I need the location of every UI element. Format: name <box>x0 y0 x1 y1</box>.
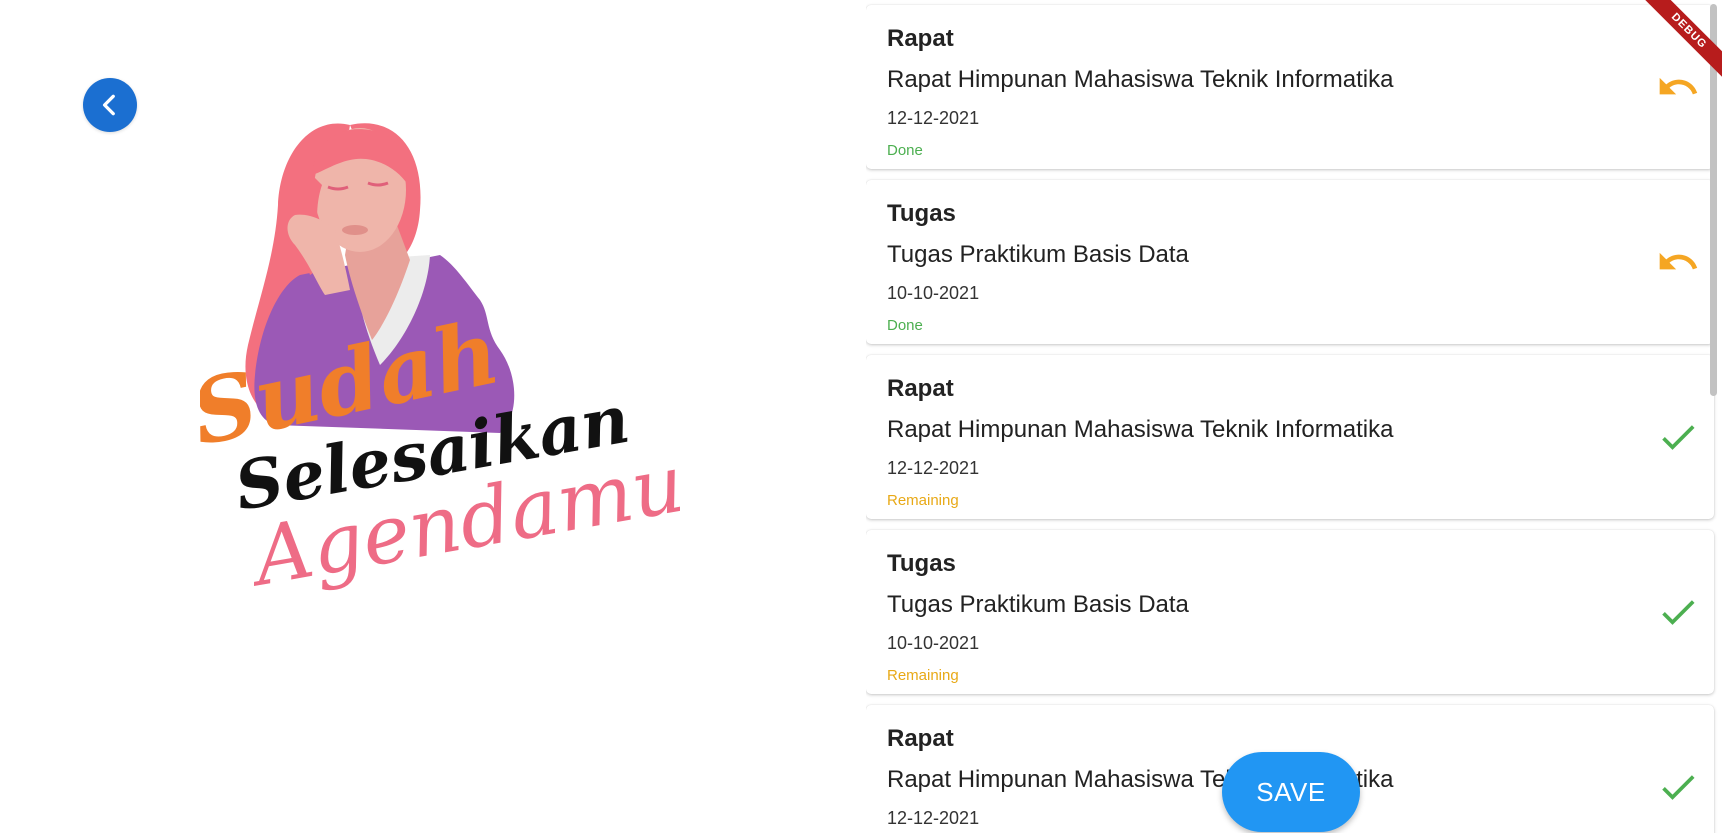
debug-banner: DEBUG <box>1632 0 1722 90</box>
chevron-left-icon <box>102 94 115 116</box>
agenda-card: Rapat Rapat Himpunan Mahasiswa Teknik In… <box>866 5 1714 169</box>
check-icon[interactable] <box>1656 765 1700 809</box>
save-button[interactable]: SAVE <box>1222 752 1360 832</box>
illustration: Sudah Selesaikan Agendamu?! <box>200 123 680 605</box>
debug-label: DEBUG <box>1636 0 1722 84</box>
agenda-date: 12-12-2021 <box>887 808 980 828</box>
back-button[interactable] <box>83 78 137 132</box>
undo-icon[interactable] <box>1656 240 1700 284</box>
agenda-list[interactable]: Rapat Rapat Himpunan Mahasiswa Teknik In… <box>866 0 1718 833</box>
agenda-date: 12-12-2021 <box>887 458 980 478</box>
agenda-status: Remaining <box>887 492 959 509</box>
agenda-date: 12-12-2021 <box>887 108 980 128</box>
agenda-card: Tugas Tugas Praktikum Basis Data 10-10-2… <box>866 180 1714 344</box>
agenda-status: Done <box>887 317 923 334</box>
agenda-date: 10-10-2021 <box>887 633 980 653</box>
agenda-title: Tugas Praktikum Basis Data <box>887 241 1189 268</box>
agenda-title: Rapat Himpunan Mahasiswa Teknik Informat… <box>887 66 1394 93</box>
agenda-title: Rapat Himpunan Mahasiswa Teknik Informat… <box>887 416 1394 443</box>
agenda-status: Remaining <box>887 667 959 684</box>
agenda-title: Tugas Praktikum Basis Data <box>887 591 1189 618</box>
agenda-category: Rapat <box>887 25 954 52</box>
check-icon[interactable] <box>1656 415 1700 459</box>
agenda-card: Rapat Rapat Himpunan Mahasiswa Teknik In… <box>866 355 1714 519</box>
check-icon[interactable] <box>1656 590 1700 634</box>
agenda-category: Tugas <box>887 200 956 227</box>
agenda-category: Tugas <box>887 550 956 577</box>
agenda-category: Rapat <box>887 375 954 402</box>
agenda-date: 10-10-2021 <box>887 283 980 303</box>
agenda-status: Done <box>887 142 923 159</box>
agenda-category: Rapat <box>887 725 954 752</box>
agenda-card: Tugas Tugas Praktikum Basis Data 10-10-2… <box>866 530 1714 694</box>
